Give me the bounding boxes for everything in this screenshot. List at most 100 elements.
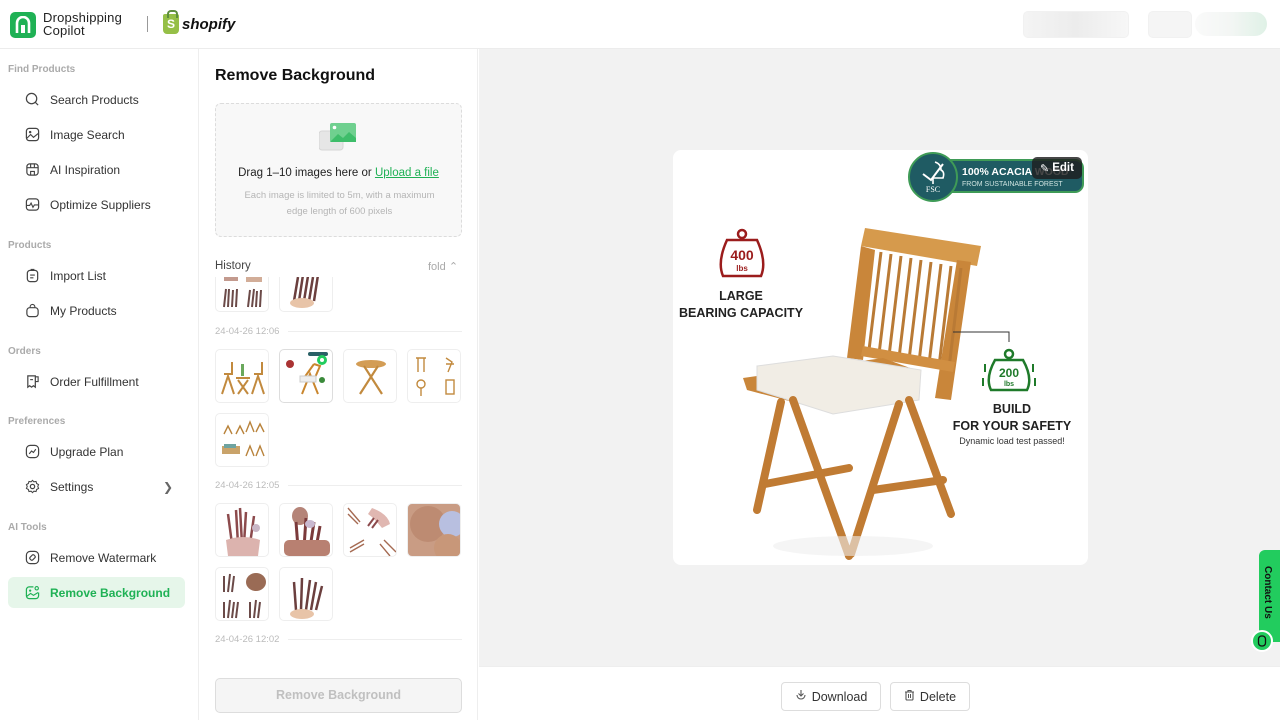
section-title-find-products: Find Products [8, 64, 76, 75]
dropzone-instructions: Drag 1–10 images here or Upload a file [216, 167, 461, 179]
dropzone-limits: Each image is limited to 5m, with a maxi… [244, 190, 435, 217]
history-date: 24-04-26 12:02 [215, 633, 280, 645]
history-thumb-brushes-spread[interactable] [343, 503, 397, 557]
dropzone-text: Drag 1–10 images here or [238, 167, 375, 179]
history-date-row: 24-04-26 12:05 [215, 478, 462, 492]
sidebar-item-remove-watermark[interactable]: Remove Watermark [8, 542, 185, 573]
shopify-wordmark: shopify [182, 15, 236, 33]
fold-label: fold [428, 261, 446, 273]
remove-bg-icon [24, 585, 40, 601]
brand-line-2: Copilot [43, 23, 85, 38]
history-thumb-brushes-hand[interactable] [279, 277, 333, 312]
remove-background-panel: Remove Background Drag 1–10 images here … [200, 49, 478, 720]
sidebar-item-label: Remove Watermark [50, 550, 157, 565]
shopify-logo: S shopify [163, 10, 236, 34]
contact-us-tab[interactable]: Contact Us [1259, 550, 1280, 642]
sidebar-item-optimize-suppliers[interactable]: Optimize Suppliers [8, 189, 185, 220]
sidebar-item-image-search[interactable]: Image Search [8, 119, 185, 150]
sidebar-item-ai-inspiration[interactable]: AI Inspiration [8, 154, 185, 185]
sidebar-item-label: Search Products [50, 92, 139, 107]
sidebar-item-label: Import List [50, 268, 107, 283]
history-thumb-brushes-in-holder[interactable] [279, 503, 333, 557]
history-thumb-folding-table[interactable] [343, 349, 397, 403]
result-image: FSC 100% ACACIA WOOD FROM SUSTAINABLE FO… [673, 150, 1088, 565]
sidebar-item-label: Settings [50, 479, 94, 494]
section-title-products: Products [8, 240, 52, 251]
sidebar-item-label: AI Inspiration [50, 162, 121, 177]
history-date: 24-04-26 12:05 [215, 479, 280, 491]
sidebar-item-label: My Products [50, 303, 117, 318]
panel-title: Remove Background [215, 67, 376, 84]
sidebar-item-remove-background[interactable]: Remove Background [8, 577, 185, 608]
remove-background-button[interactable]: Remove Background [215, 678, 462, 713]
clipboard-icon [24, 268, 40, 284]
history-date-row: 24-04-26 12:06 [215, 324, 462, 338]
upload-image-icon [318, 122, 361, 152]
badge-subtitle: FROM SUSTAINABLE FOREST [962, 181, 1063, 188]
blurred-header-button[interactable] [1148, 11, 1192, 38]
history-thumb-brushes-grid[interactable] [215, 277, 269, 312]
download-label: Download [811, 689, 868, 704]
download-button[interactable]: Download [781, 682, 881, 711]
right-weight-unit: lbs [1004, 381, 1014, 388]
sidebar-item-label: Optimize Suppliers [50, 197, 151, 212]
dropshipping-copilot-logo-icon [10, 12, 36, 38]
history-date-row: 24-04-26 12:02 [215, 632, 462, 646]
sidebar-item-my-products[interactable]: My Products [8, 295, 185, 326]
fold-toggle[interactable]: fold ⌃ [428, 260, 458, 273]
sidebar-item-import-list[interactable]: Import List [8, 260, 185, 291]
top-bar: Dropshipping Copilot S shopify [0, 0, 1280, 49]
trend-icon [24, 444, 40, 460]
upload-dropzone[interactable]: Drag 1–10 images here or Upload a file E… [215, 103, 462, 237]
right-caption-line3: Dynamic load test passed! [959, 436, 1065, 446]
sidebar-item-search-products[interactable]: Search Products [8, 84, 185, 115]
right-caption-line2: FOR YOUR SAFETY [953, 419, 1072, 433]
chevron-right-icon: ❯ [162, 479, 173, 494]
right-weight-value: 200 [999, 366, 1019, 380]
shopify-bag-icon: S [163, 10, 179, 34]
pulse-icon [24, 197, 40, 213]
section-title-orders: Orders [8, 346, 41, 357]
bag-icon [24, 303, 40, 319]
history-thumb-chair-with-badges[interactable] [279, 349, 333, 403]
fsc-logo-text: FSC [926, 185, 940, 194]
edit-icon: ✎ [1040, 162, 1050, 175]
sidebar-item-label: Upgrade Plan [50, 444, 124, 459]
store-icon [24, 162, 40, 178]
history-thumb-brush-closeup[interactable] [407, 503, 461, 557]
upload-file-link[interactable]: Upload a file [375, 167, 439, 179]
gear-icon [24, 479, 40, 495]
history-date: 24-04-26 12:06 [215, 325, 280, 337]
contact-us-label: Contact Us [1262, 566, 1273, 619]
section-title-ai-tools: AI Tools [8, 522, 47, 533]
brand-divider [147, 16, 148, 32]
image-search-icon [24, 127, 40, 143]
chair-product-image: FSC 100% ACACIA WOOD FROM SUSTAINABLE FO… [679, 152, 1084, 560]
sidebar-item-label: Image Search [50, 127, 125, 142]
sidebar-item-upgrade-plan[interactable]: Upgrade Plan [8, 436, 185, 467]
sidebar-item-settings[interactable]: Settings ❯ [8, 471, 185, 502]
receipt-icon [24, 374, 40, 390]
delete-button[interactable]: Delete [890, 682, 970, 711]
history-thumb-furniture-views[interactable] [407, 349, 461, 403]
edit-label: Edit [1052, 162, 1074, 174]
blurred-account-control[interactable] [1023, 11, 1129, 38]
chair-graphic [743, 228, 981, 560]
history-thumb-brushes-grid-2[interactable] [215, 567, 269, 621]
chat-icon[interactable] [1251, 630, 1273, 652]
edit-button[interactable]: ✎ Edit [1032, 157, 1082, 179]
search-icon [24, 92, 40, 108]
section-title-preferences: Preferences [8, 416, 66, 427]
history-thumb-brushes-hand-2[interactable] [279, 567, 333, 621]
chevron-up-icon: ⌃ [448, 261, 459, 273]
history-thumb-brushes-in-pouch[interactable] [215, 503, 269, 557]
history-thumb-bistro-set[interactable] [215, 349, 269, 403]
delete-label: Delete [919, 689, 957, 704]
sidebar-item-order-fulfillment[interactable]: Order Fulfillment [8, 366, 185, 397]
blurred-user-badge[interactable] [1195, 12, 1267, 36]
brand-name: Dropshipping Copilot [43, 11, 122, 37]
history-thumb-bistro-set-multi[interactable] [215, 413, 269, 467]
eraser-icon [24, 550, 40, 566]
preview-footer: Download Delete [479, 666, 1280, 720]
history-list[interactable]: 24-04-26 12:06 24-04-26 12:05 24-04-26 1… [215, 277, 465, 649]
